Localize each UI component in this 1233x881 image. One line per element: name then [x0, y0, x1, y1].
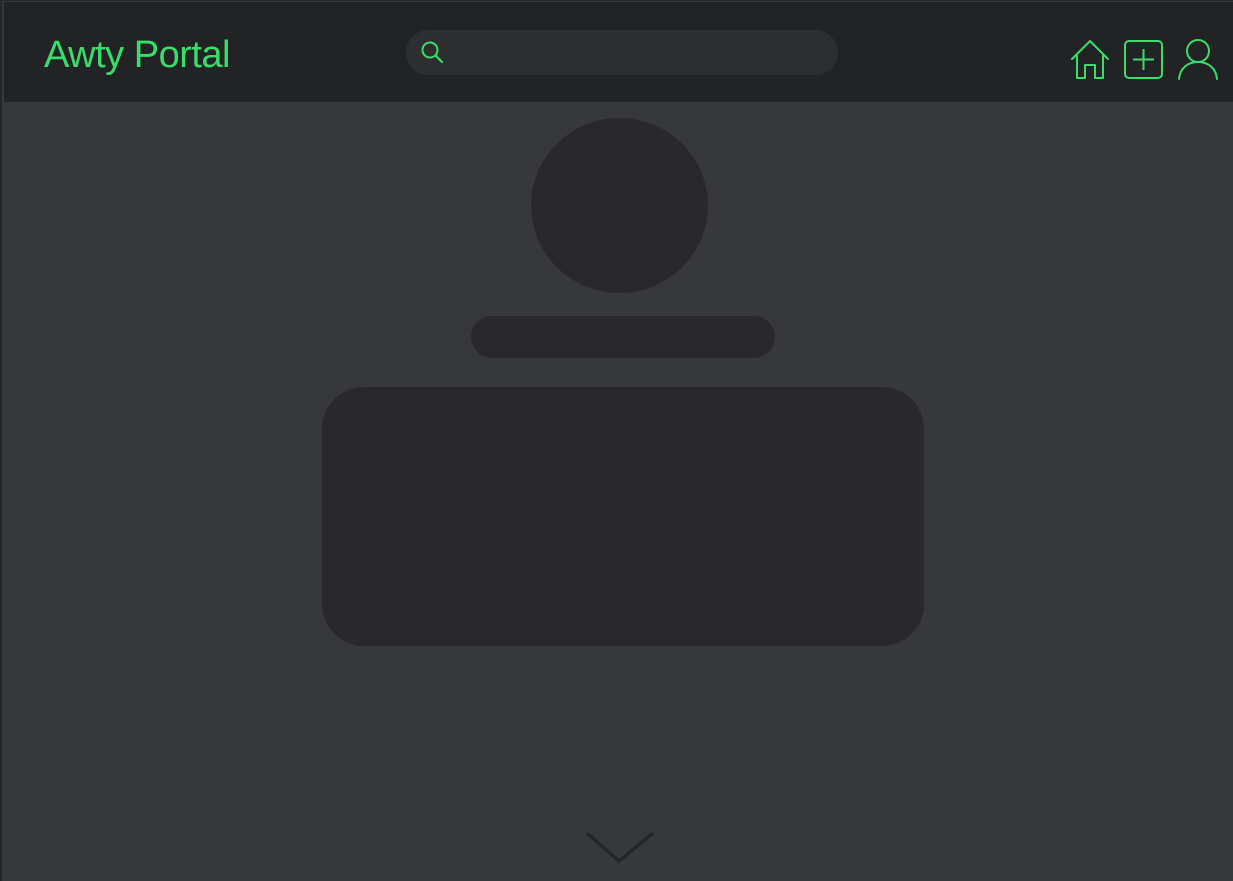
search-input[interactable] [452, 30, 828, 77]
search-bar[interactable] [406, 30, 838, 77]
avatar[interactable] [531, 118, 708, 293]
top-bar: Awty Portal [4, 2, 1233, 102]
profile-name [471, 316, 775, 358]
home-icon[interactable] [1068, 38, 1112, 82]
brand-title[interactable]: Awty Portal [44, 32, 230, 78]
search-icon [421, 41, 444, 64]
profile-bio-card [322, 387, 924, 646]
chevron-down-icon[interactable] [585, 829, 655, 865]
app-window: Awty Portal [0, 0, 1233, 881]
add-square-icon[interactable] [1122, 38, 1166, 82]
user-icon[interactable] [1176, 38, 1220, 82]
